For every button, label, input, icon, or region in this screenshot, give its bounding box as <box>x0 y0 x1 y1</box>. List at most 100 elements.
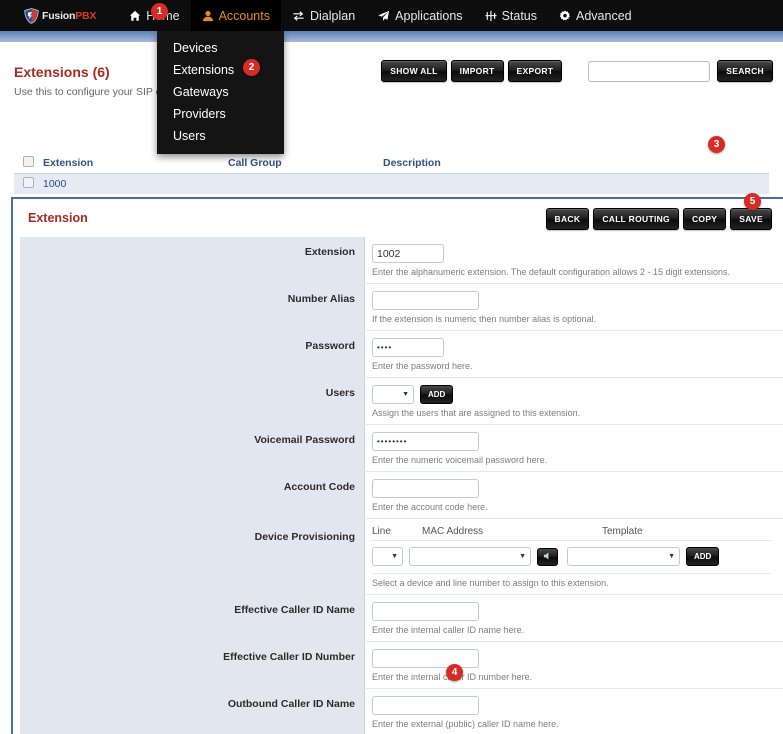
users-select[interactable]: ▼ <box>372 385 414 404</box>
field-control-device-provisioning: Line MAC Address Template ▼ ▼ ▼ Add Sele… <box>365 519 783 594</box>
back-button[interactable]: Back <box>545 208 590 230</box>
menu-item-gateways[interactable]: Gateways <box>157 81 284 103</box>
form-row-voicemail-password: Voicemail Password •••••••• Enter the nu… <box>20 424 783 471</box>
chevron-down-icon: ▼ <box>391 553 398 560</box>
template-select[interactable]: ▼ <box>567 547 680 566</box>
nav-item-advanced[interactable]: Advanced <box>548 0 643 31</box>
form-row-effective-caller-id-number: Effective Caller ID Number Enter the int… <box>20 641 783 688</box>
search-input[interactable] <box>589 62 710 81</box>
column-header-extension[interactable]: Extension <box>43 157 228 169</box>
user-icon <box>202 10 214 22</box>
top-navigation-bar: FusionPBX Home Accounts Dialplan <box>0 0 783 31</box>
save-button[interactable]: Save <box>730 208 772 230</box>
voicemail-password-input[interactable]: •••••••• <box>372 432 479 451</box>
form-row-users: Users ▼ Add Assign the users that are as… <box>20 377 783 424</box>
nav-label-applications: Applications <box>395 8 463 23</box>
mac-lookup-button[interactable] <box>537 547 558 566</box>
detail-title: Extension <box>28 211 88 225</box>
nav-item-accounts[interactable]: Accounts <box>190 0 281 31</box>
accounts-dropdown-menu: Devices Extensions Gateways Providers Us… <box>157 31 284 154</box>
chevron-down-icon: ▼ <box>402 391 409 398</box>
subheader-template: Template <box>602 526 643 537</box>
call-routing-button[interactable]: Call Routing <box>593 208 679 230</box>
chevron-down-icon: ▼ <box>668 553 675 560</box>
checkbox-icon[interactable] <box>23 177 34 188</box>
signal-icon <box>484 10 497 22</box>
select-all-checkbox-cell[interactable] <box>14 154 43 172</box>
form-row-number-alias: Number Alias If the extension is numeric… <box>20 283 783 330</box>
add-device-button[interactable]: Add <box>686 547 720 566</box>
subheader-mac-address: MAC Address <box>422 526 484 537</box>
search-input-wrapper[interactable] <box>588 60 711 82</box>
exchange-icon <box>292 10 305 22</box>
step-badge-3: 3 <box>708 136 725 153</box>
detail-action-buttons: Back Call Routing Copy Save <box>545 208 772 230</box>
detail-header: Extension Back Call Routing Copy Save <box>13 199 783 237</box>
field-hint-voicemail-password: Enter the numeric voicemail password her… <box>372 455 548 465</box>
page-title: Extensions (6) <box>14 64 110 80</box>
checkbox-icon[interactable] <box>23 155 34 167</box>
menu-item-users[interactable]: Users <box>157 125 284 147</box>
brand-name-fusion: Fusion <box>42 9 76 22</box>
field-hint-users: Assign the users that are assigned to th… <box>372 408 581 418</box>
import-button[interactable]: Import <box>450 60 504 82</box>
show-all-button[interactable]: Show All <box>381 60 447 82</box>
subheader-line: Line <box>372 526 391 537</box>
paper-plane-icon <box>377 10 390 22</box>
field-hint-effective-caller-id-number: Enter the internal caller ID number here… <box>372 672 533 682</box>
effective-caller-id-name-input[interactable] <box>372 602 479 621</box>
add-user-button[interactable]: Add <box>420 385 454 404</box>
field-label-voicemail-password: Voicemail Password <box>20 425 365 471</box>
cell-extension[interactable]: 1000 <box>43 178 228 190</box>
field-label-effective-caller-id-name: Effective Caller ID Name <box>20 595 365 641</box>
menu-item-extensions[interactable]: Extensions <box>157 59 284 81</box>
password-input[interactable]: •••• <box>372 338 444 357</box>
device-provisioning-subheaders: Line MAC Address Template <box>372 526 771 541</box>
step-badge-4: 4 <box>446 664 463 681</box>
account-code-input[interactable] <box>372 479 479 498</box>
number-alias-input[interactable] <box>372 291 479 310</box>
export-button[interactable]: Export <box>507 60 563 82</box>
menu-item-providers[interactable]: Providers <box>157 103 284 125</box>
field-label-effective-caller-id-number: Effective Caller ID Number <box>20 642 365 688</box>
device-provisioning-row: ▼ ▼ ▼ Add <box>372 541 771 574</box>
nav-label-dialplan: Dialplan <box>309 8 356 23</box>
column-header-description[interactable]: Description <box>383 157 683 169</box>
copy-button[interactable]: Copy <box>682 208 727 230</box>
form-row-device-provisioning: Device Provisioning Line MAC Address Tem… <box>20 518 783 594</box>
row-checkbox-cell[interactable] <box>14 177 43 191</box>
app-root: FusionPBX Home Accounts Dialplan <box>0 0 783 734</box>
step-badge-1: 1 <box>151 3 168 20</box>
mac-address-select[interactable]: ▼ <box>409 547 531 566</box>
search-button[interactable]: Search <box>717 60 773 82</box>
field-control-extension: 1002 Enter the alphanumeric extension. T… <box>365 237 783 283</box>
outbound-caller-id-name-input[interactable] <box>372 696 479 715</box>
field-control-effective-caller-id-number: Enter the internal caller ID number here… <box>365 642 783 688</box>
nav-item-status[interactable]: Status <box>474 0 548 31</box>
field-control-voicemail-password: •••••••• Enter the numeric voicemail pas… <box>365 425 783 471</box>
field-control-number-alias: If the extension is numeric then number … <box>365 284 783 330</box>
field-hint-effective-caller-id-name: Enter the internal caller ID name here. <box>372 625 525 635</box>
nav-item-applications[interactable]: Applications <box>366 0 473 31</box>
nav-item-dialplan[interactable]: Dialplan <box>281 0 366 31</box>
home-icon <box>129 10 141 22</box>
column-header-call-group[interactable]: Call Group <box>228 157 383 169</box>
field-label-users: Users <box>20 378 365 424</box>
fusionpbx-logo[interactable]: Fusion PBX <box>24 0 96 31</box>
gear-icon <box>559 10 571 22</box>
header-accent-bar <box>0 31 783 42</box>
field-label-device-provisioning: Device Provisioning <box>20 519 365 594</box>
extension-input[interactable]: 1002 <box>372 244 444 263</box>
field-control-password: •••• Enter the password here. <box>365 331 783 377</box>
table-row[interactable]: 1000 ✎ ✕ <box>14 174 769 305</box>
field-label-password: Password <box>20 331 365 377</box>
nav-label-status: Status <box>501 8 537 23</box>
form-row-password: Password •••• Enter the password here. <box>20 330 783 377</box>
menu-item-devices[interactable]: Devices <box>157 37 284 59</box>
field-label-extension: Extension <box>20 237 365 283</box>
extensions-list-page: Extensions (6) Use this to configure you… <box>0 42 783 345</box>
field-control-effective-caller-id-name: Enter the internal caller ID name here. <box>365 595 783 641</box>
effective-caller-id-number-input[interactable] <box>372 649 479 668</box>
line-select[interactable]: ▼ <box>372 547 403 566</box>
extension-detail-panel: Extension Back Call Routing Copy Save Ex… <box>11 197 783 734</box>
